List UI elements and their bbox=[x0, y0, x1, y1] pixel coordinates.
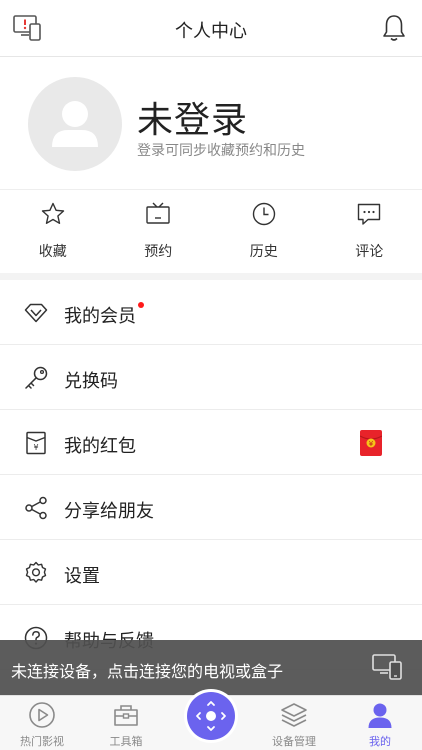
diamond-icon bbox=[24, 303, 48, 323]
tab-label: 工具箱 bbox=[109, 736, 143, 748]
tab-toolbox[interactable]: 工具箱 bbox=[84, 696, 168, 750]
tv-icon bbox=[146, 202, 170, 224]
login-hint: 登录可同步收藏预约和历史 bbox=[137, 142, 305, 158]
key-icon bbox=[25, 366, 48, 389]
share-icon bbox=[25, 496, 47, 520]
user-icon bbox=[368, 703, 392, 728]
quick-action-reservations[interactable]: 预约 bbox=[106, 191, 212, 273]
menu-item-label: 我的红包 bbox=[64, 436, 136, 456]
menu-item-label: 我的会员 bbox=[64, 306, 136, 326]
star-icon bbox=[41, 202, 64, 224]
layers-icon bbox=[281, 703, 307, 727]
quick-action-label: 预约 bbox=[144, 243, 173, 259]
menu-item-label: 分享给朋友 bbox=[64, 501, 154, 521]
svg-text:¥: ¥ bbox=[369, 440, 374, 448]
page-title: 个人中心 bbox=[175, 21, 247, 41]
tab-device-management[interactable]: 设备管理 bbox=[252, 696, 336, 750]
svg-text:¥: ¥ bbox=[33, 443, 38, 452]
quick-action-history[interactable]: 历史 bbox=[211, 191, 317, 273]
remote-control-button[interactable] bbox=[187, 692, 235, 740]
quick-action-favorites[interactable]: 收藏 bbox=[0, 191, 106, 273]
profile-section[interactable]: 未登录 登录可同步收藏预约和历史 bbox=[0, 57, 422, 190]
avatar[interactable] bbox=[28, 77, 122, 171]
section-divider bbox=[0, 273, 422, 280]
banner-text: 未连接设备，点击连接您的电视或盒子 bbox=[11, 664, 284, 681]
play-circle-icon bbox=[29, 702, 55, 728]
menu-item-red-envelope[interactable]: ¥ 我的红包 ¥ bbox=[0, 410, 422, 475]
menu-item-share[interactable]: 分享给朋友 bbox=[0, 475, 422, 540]
menu-list: 我的会员 兑换码 ¥ 我的红包 ¥ 分享给朋友 设置 bbox=[0, 280, 422, 670]
quick-action-label: 评论 bbox=[355, 243, 384, 259]
quick-action-label: 历史 bbox=[249, 243, 278, 259]
top-bar: 个人中心 bbox=[0, 0, 422, 57]
red-envelope-icon: ¥ bbox=[360, 430, 382, 456]
envelope-icon: ¥ bbox=[26, 431, 46, 455]
quick-action-label: 收藏 bbox=[38, 243, 67, 259]
comment-icon bbox=[358, 203, 381, 225]
tab-label: 我的 bbox=[369, 736, 391, 748]
quick-actions: 收藏 预约 历史 评论 bbox=[0, 191, 422, 273]
menu-item-settings[interactable]: 设置 bbox=[0, 540, 422, 605]
notification-button[interactable] bbox=[378, 12, 410, 44]
menu-item-redeem-code[interactable]: 兑换码 bbox=[0, 345, 422, 410]
menu-item-label: 兑换码 bbox=[64, 371, 118, 391]
clock-icon bbox=[252, 202, 275, 226]
menu-item-label: 设置 bbox=[64, 566, 100, 586]
tab-label: 设备管理 bbox=[272, 736, 316, 748]
devices-icon bbox=[372, 654, 402, 680]
default-avatar-icon bbox=[52, 101, 98, 147]
gear-icon bbox=[25, 561, 47, 583]
tab-hot-videos[interactable]: 热门影视 bbox=[0, 696, 84, 750]
username[interactable]: 未登录 bbox=[137, 91, 248, 143]
tab-label: 热门影视 bbox=[20, 736, 64, 748]
menu-item-membership[interactable]: 我的会员 bbox=[0, 280, 422, 345]
remote-control-icon bbox=[196, 701, 226, 731]
notification-badge bbox=[138, 302, 144, 308]
bell-icon bbox=[383, 15, 405, 41]
menu-item-label-wrap: 我的会员 bbox=[64, 302, 144, 328]
tab-mine[interactable]: 我的 bbox=[338, 696, 422, 750]
quick-action-comments[interactable]: 评论 bbox=[317, 191, 422, 273]
toolbox-icon bbox=[114, 705, 138, 726]
connect-device-banner[interactable]: 未连接设备，点击连接您的电视或盒子 bbox=[0, 640, 422, 695]
